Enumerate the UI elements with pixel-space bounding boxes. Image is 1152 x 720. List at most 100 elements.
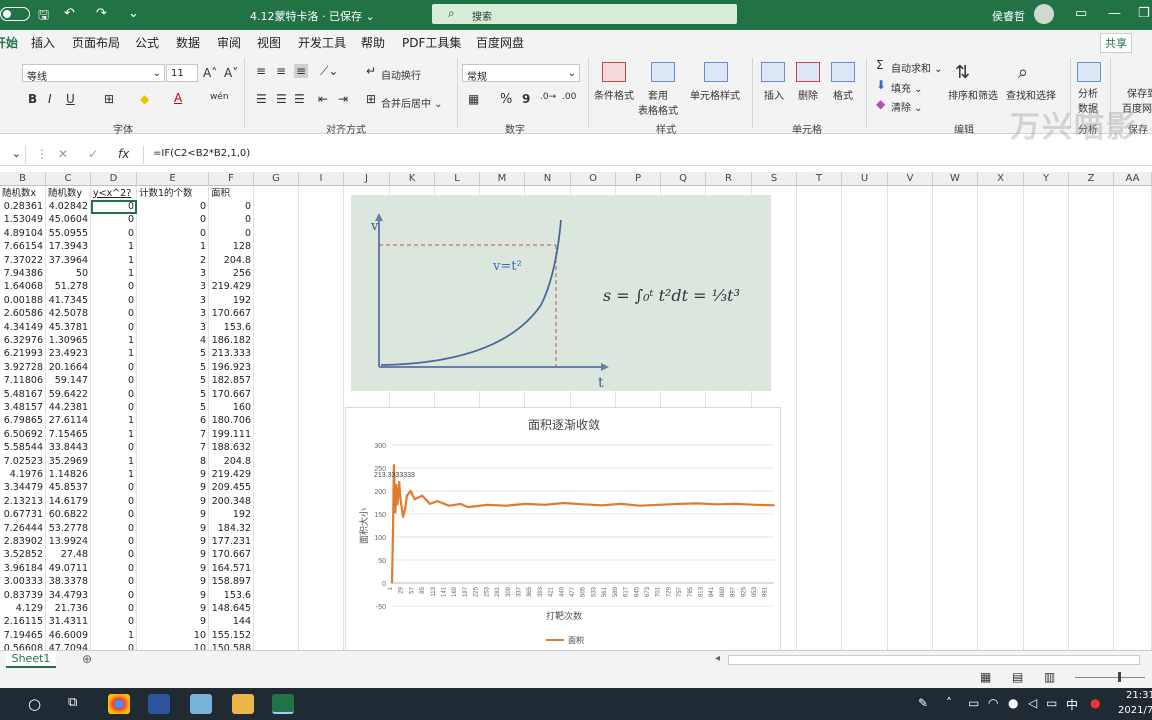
data-cell[interactable]: 5.58544 [0,441,46,454]
decrease-decimal-icon[interactable]: .00 [562,92,576,102]
data-cell[interactable]: 55.0955 [46,227,91,240]
data-cell[interactable]: 1 [91,267,137,280]
embedded-image[interactable]: v t v=t² s = ∫₀ᵗ t²dt = ⅓t³ [351,195,771,391]
increase-font-icon[interactable]: A˄ [203,66,217,80]
sort-filter-icon[interactable]: ⇅ [955,62,970,83]
data-cell[interactable]: 4 [137,334,209,347]
data-cell[interactable]: 7.37022 [0,254,46,267]
data-cell[interactable]: 9 [137,589,209,602]
data-cell[interactable]: 60.6822 [46,508,91,521]
app-icon[interactable] [190,694,212,714]
data-cell[interactable]: 2.13213 [0,495,46,508]
maximize-icon[interactable]: ❐ [1138,6,1150,21]
data-cell[interactable]: 49.0711 [46,562,91,575]
delete-cells-icon[interactable] [796,62,820,82]
data-cell[interactable]: 9 [137,495,209,508]
data-cell[interactable]: 0 [91,481,137,494]
data-cell[interactable]: 6.32976 [0,334,46,347]
data-cell[interactable]: 10 [137,629,209,642]
data-cell[interactable]: 9 [137,575,209,588]
tab-home[interactable]: 开始 [0,34,18,51]
task-view-icon[interactable]: ⧉ [68,695,77,710]
data-cell[interactable]: 5 [137,374,209,387]
data-cell[interactable]: 46.6009 [46,629,91,642]
data-cell[interactable]: 9 [137,535,209,548]
tab-view[interactable]: 视图 [257,34,281,51]
data-cell[interactable]: 45.0604 [46,213,91,226]
data-cell[interactable]: 0 [91,361,137,374]
data-cell[interactable]: 35.2969 [46,455,91,468]
data-cell[interactable]: 200.348 [209,495,254,508]
insert-cells-button[interactable]: 插入 [764,87,784,102]
data-cell[interactable]: 6.79865 [0,414,46,427]
table-format-button[interactable]: 套用 表格格式 [638,87,678,117]
font-color-icon[interactable]: A [174,91,182,105]
data-cell[interactable]: 4.89104 [0,227,46,240]
data-cell[interactable]: 9 [137,615,209,628]
data-cell[interactable]: 4.129 [0,602,46,615]
share-button[interactable]: 共享 [1100,33,1132,53]
column-header[interactable]: F [209,172,254,186]
data-cell[interactable]: 0 [137,227,209,240]
data-cell[interactable]: 9 [137,602,209,615]
header-cell[interactable]: 随机数x [2,187,45,200]
data-cell[interactable]: 9 [137,481,209,494]
data-cell[interactable]: 23.4923 [46,347,91,360]
data-cell[interactable]: 34.4793 [46,589,91,602]
data-cell[interactable]: 13.9924 [46,535,91,548]
data-cell[interactable]: 38.3378 [46,575,91,588]
insert-cells-icon[interactable] [761,62,785,82]
data-cell[interactable]: 0 [91,602,137,615]
save-icon[interactable]: 🖫 [38,6,49,28]
data-cell[interactable]: 170.667 [209,307,254,320]
page-break-view-icon[interactable]: ▥ [1044,670,1055,684]
header-cell[interactable]: 面积 [211,187,253,200]
data-cell[interactable]: 0 [91,441,137,454]
network-icon[interactable]: ▭ [968,696,979,710]
data-point[interactable] [524,502,527,505]
italic-button[interactable]: I [48,92,52,106]
search-box[interactable]: ⌕ 搜索 [432,4,737,24]
series-line-面积[interactable] [390,464,775,584]
data-cell[interactable]: 6 [137,414,209,427]
wrap-text-icon[interactable]: ↵ [366,64,376,78]
data-cell[interactable]: 3.34479 [0,481,46,494]
column-header[interactable]: X [978,172,1024,186]
ribbon-display-icon[interactable]: ▭ [1075,6,1087,21]
data-point[interactable] [428,502,431,505]
clear-button[interactable]: 清除 ⌄ [891,99,923,114]
data-point[interactable] [715,503,718,506]
data-cell[interactable]: 0 [91,535,137,548]
data-cell[interactable]: 3 [137,307,209,320]
data-cell[interactable]: 3.92728 [0,361,46,374]
data-cell[interactable]: 14.6179 [46,495,91,508]
align-middle-icon[interactable]: ≡ [276,64,286,78]
data-point[interactable] [396,503,399,506]
data-cell[interactable]: 1 [91,414,137,427]
volume-icon[interactable]: ◁ [1028,696,1037,710]
data-point[interactable] [620,502,622,505]
data-cell[interactable]: 2 [137,254,209,267]
data-cell[interactable]: 0.28361 [0,200,46,213]
data-cell[interactable]: 0 [91,401,137,414]
data-cell[interactable]: 0.00188 [0,294,46,307]
data-cell[interactable]: 45.8537 [46,481,91,494]
data-cell[interactable]: 7.66154 [0,240,46,253]
data-cell[interactable]: 2.16115 [0,615,46,628]
increase-indent-icon[interactable]: ⇥ [338,92,348,106]
data-point[interactable] [677,502,680,505]
data-cell[interactable]: 170.667 [209,388,254,401]
data-cell[interactable]: 33.8443 [46,441,91,454]
data-cell[interactable]: 213.333 [209,347,254,360]
data-cell[interactable]: 144 [209,615,254,628]
column-header[interactable]: C [46,172,91,186]
fill-icon[interactable]: ⬇ [876,78,886,92]
data-cell[interactable]: 59.6422 [46,388,91,401]
tab-developer[interactable]: 开发工具 [298,34,346,51]
data-cell[interactable]: 5.48167 [0,388,46,401]
tray-app-icon[interactable]: ✎ [918,696,928,710]
data-point[interactable] [413,498,416,501]
data-point[interactable] [404,508,406,511]
data-cell[interactable]: 50 [46,267,91,280]
data-point[interactable] [393,493,396,496]
